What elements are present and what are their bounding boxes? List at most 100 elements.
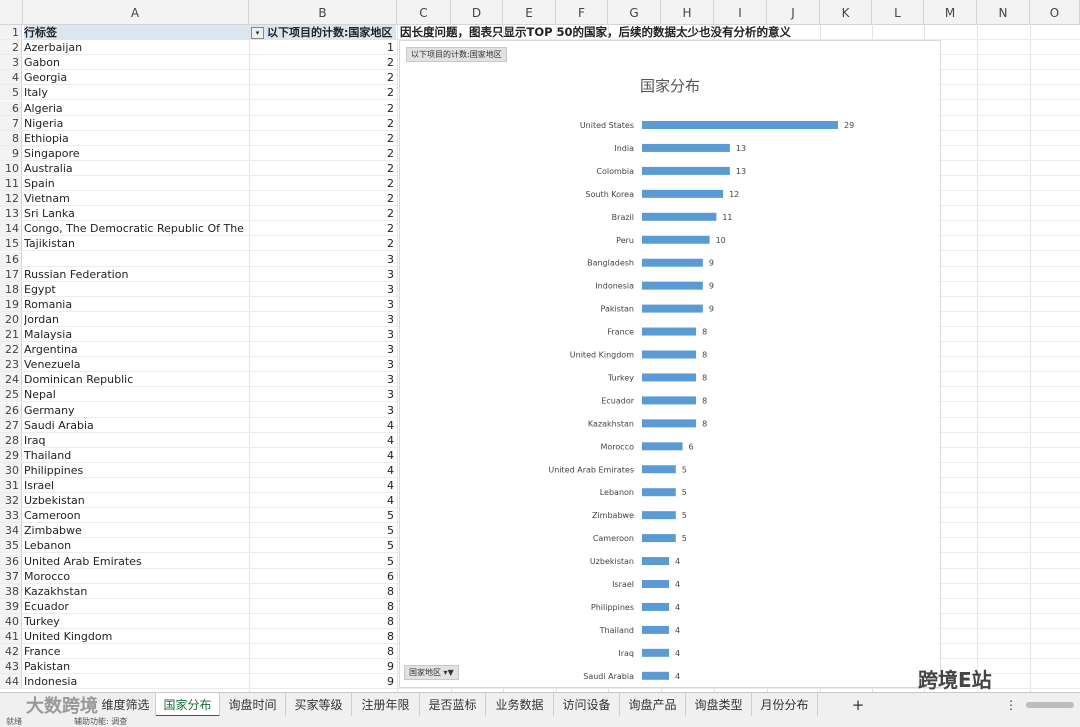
bar[interactable] — [642, 258, 703, 267]
count-cell[interactable]: 9 — [249, 659, 396, 674]
row-number[interactable]: 6 — [0, 100, 22, 115]
row-number[interactable]: 21 — [0, 327, 22, 342]
row-number[interactable]: 40 — [0, 613, 22, 628]
bar[interactable] — [642, 121, 838, 129]
sheet-tab[interactable]: 国家分布 — [156, 693, 220, 717]
column-header-a[interactable]: A — [22, 0, 249, 24]
country-cell[interactable]: Lebanon — [24, 538, 249, 553]
count-cell[interactable]: 2 — [249, 85, 396, 100]
sheet-tab[interactable]: 买家等级 — [286, 693, 352, 717]
count-cell[interactable]: 4 — [249, 463, 396, 478]
row-number[interactable]: 37 — [0, 568, 22, 583]
bar[interactable] — [642, 580, 670, 588]
count-cell[interactable]: 5 — [249, 508, 396, 523]
country-cell[interactable]: Australia — [24, 161, 249, 176]
row-number[interactable]: 3 — [0, 55, 22, 70]
country-cell[interactable]: Turkey — [24, 614, 249, 629]
column-header-e[interactable]: E — [503, 0, 556, 24]
column-header-l[interactable]: L — [872, 0, 924, 24]
count-cell[interactable]: 3 — [249, 357, 396, 372]
country-cell[interactable]: Pakistan — [24, 659, 249, 674]
count-cell[interactable]: 3 — [249, 312, 396, 327]
bar[interactable] — [642, 488, 676, 497]
row-number[interactable]: 10 — [0, 160, 22, 175]
row-number[interactable]: 15 — [0, 236, 22, 251]
row-number[interactable]: 4 — [0, 70, 22, 85]
row-number[interactable]: 24 — [0, 372, 22, 387]
count-cell[interactable]: 2 — [249, 116, 396, 131]
count-cell[interactable]: 5 — [249, 554, 396, 569]
count-cell[interactable]: 2 — [249, 70, 396, 85]
bar[interactable] — [642, 534, 676, 543]
country-cell[interactable]: Russian Federation — [24, 267, 249, 282]
sheet-tab[interactable]: 月份分布 — [752, 693, 818, 717]
count-cell[interactable]: 9 — [249, 674, 396, 689]
count-cell[interactable]: 2 — [249, 206, 396, 221]
row-number[interactable]: 30 — [0, 462, 22, 477]
country-cell[interactable]: Dominican Republic — [24, 372, 249, 387]
country-cell[interactable]: Morocco — [24, 569, 249, 584]
count-cell[interactable]: 4 — [249, 433, 396, 448]
country-cell[interactable]: Singapore — [24, 146, 249, 161]
count-cell[interactable]: 3 — [249, 282, 396, 297]
country-cell[interactable]: Philippines — [24, 463, 249, 478]
country-cell[interactable]: Gabon — [24, 55, 249, 70]
column-header-m[interactable]: M — [924, 0, 977, 24]
row-number[interactable]: 22 — [0, 342, 22, 357]
select-all-corner[interactable] — [0, 0, 23, 24]
row-number[interactable]: 39 — [0, 598, 22, 613]
row-number[interactable]: 7 — [0, 115, 22, 130]
country-cell[interactable]: Algeria — [24, 101, 249, 116]
bar[interactable] — [642, 648, 670, 657]
count-cell[interactable]: 2 — [249, 236, 396, 251]
country-cell[interactable]: Egypt — [24, 282, 249, 297]
row-number[interactable]: 23 — [0, 357, 22, 372]
bar[interactable] — [642, 671, 670, 680]
count-cell[interactable]: 5 — [249, 523, 396, 538]
row-number[interactable]: 41 — [0, 629, 22, 644]
bar[interactable] — [642, 442, 683, 451]
country-cell[interactable]: Jordan — [24, 312, 249, 327]
bar[interactable] — [642, 625, 670, 634]
count-cell[interactable]: 3 — [249, 267, 396, 282]
country-cell[interactable]: Tajikistan — [24, 236, 249, 251]
row-number[interactable]: 25 — [0, 387, 22, 402]
count-cell[interactable]: 3 — [249, 342, 396, 357]
count-cell[interactable]: 4 — [249, 448, 396, 463]
row-number[interactable]: 44 — [0, 674, 22, 689]
country-cell[interactable]: United Kingdom — [24, 629, 249, 644]
count-cell[interactable]: 4 — [249, 493, 396, 508]
row-number[interactable]: 31 — [0, 478, 22, 493]
count-cell[interactable]: 4 — [249, 418, 396, 433]
column-header-k[interactable]: K — [820, 0, 872, 24]
column-header-n[interactable]: N — [977, 0, 1030, 24]
row-number[interactable]: 14 — [0, 221, 22, 236]
country-cell[interactable]: Israel — [24, 478, 249, 493]
sheet-tab[interactable]: 询盘时间 — [220, 693, 286, 717]
count-header[interactable]: ▾ 以下项目的计数:国家地区 — [249, 25, 396, 40]
country-cell[interactable]: Ecuador — [24, 599, 249, 614]
count-cell[interactable]: 4 — [249, 478, 396, 493]
bar[interactable] — [642, 602, 670, 611]
bar[interactable] — [642, 557, 670, 566]
column-header-o[interactable]: O — [1030, 0, 1080, 24]
country-cell[interactable]: Nepal — [24, 387, 249, 402]
row-number[interactable]: 33 — [0, 508, 22, 523]
count-cell[interactable]: 1 — [249, 40, 396, 55]
country-cell[interactable]: Ethiopia — [24, 131, 249, 146]
count-cell[interactable]: 6 — [249, 569, 396, 584]
count-cell[interactable]: 8 — [249, 584, 396, 599]
sheet-tab[interactable]: 业务数据 — [486, 693, 554, 717]
column-header-f[interactable]: F — [556, 0, 608, 24]
column-header-i[interactable]: I — [714, 0, 767, 24]
bar[interactable] — [642, 189, 724, 198]
country-cell[interactable]: Italy — [24, 85, 249, 100]
country-cell[interactable]: Nigeria — [24, 116, 249, 131]
bar[interactable] — [642, 235, 710, 244]
country-cell[interactable]: Uzbekistan — [24, 493, 249, 508]
count-cell[interactable]: 2 — [249, 101, 396, 116]
row-number[interactable]: 43 — [0, 659, 22, 674]
bar[interactable] — [642, 166, 730, 175]
filter-icon[interactable]: ▾ — [251, 27, 264, 39]
count-cell[interactable]: 2 — [249, 55, 396, 70]
